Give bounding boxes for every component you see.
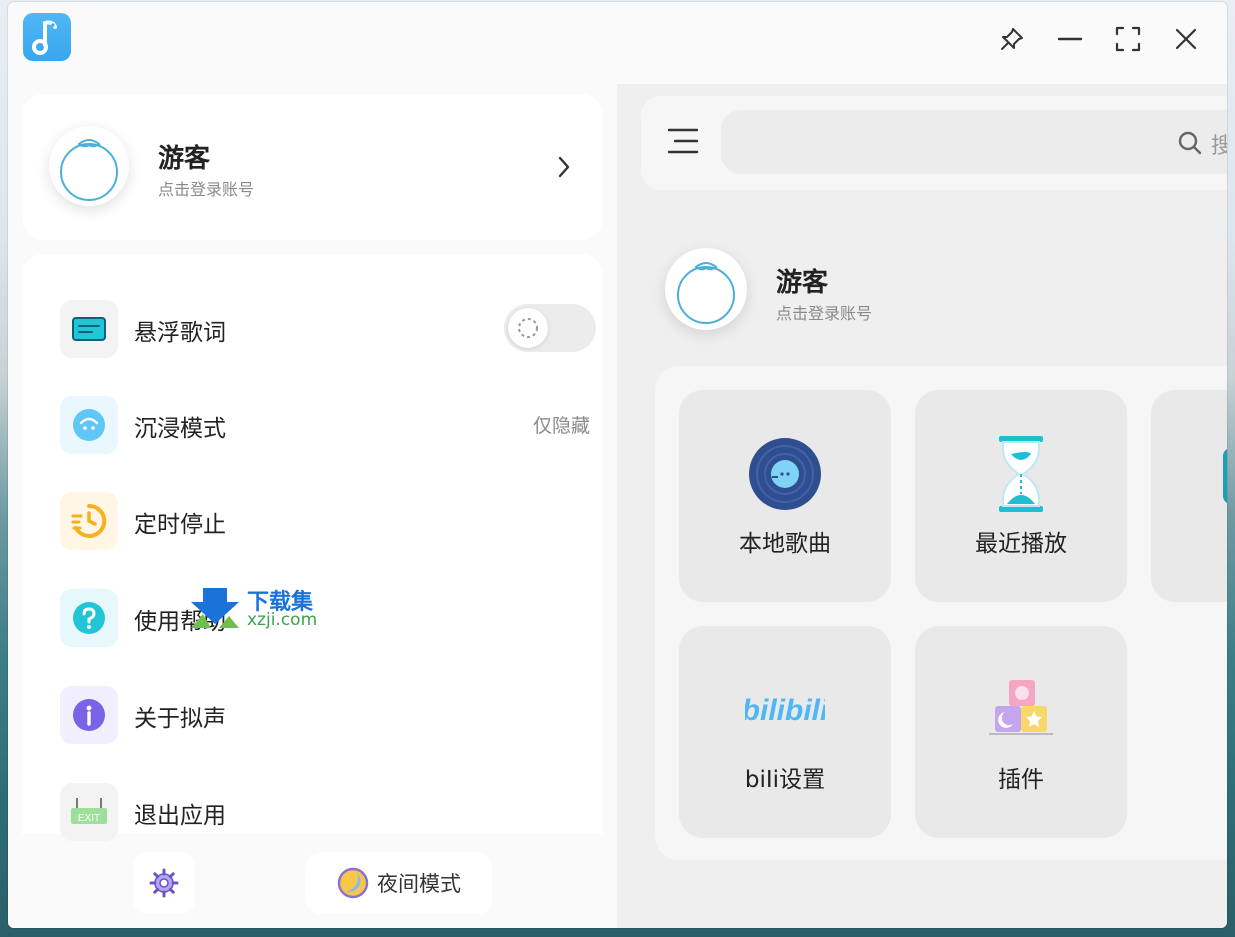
top-bar: 搜 (641, 96, 1227, 190)
menu-item-label: 悬浮歌词 (134, 320, 226, 346)
chevron-right-icon (558, 156, 570, 178)
watermark-text-en: xzji.com (247, 610, 318, 630)
partial-tile-icon (1223, 448, 1227, 504)
lyrics-icon (60, 300, 118, 358)
search-icon (1178, 131, 1202, 155)
tile-label: 最近播放 (975, 531, 1067, 557)
pin-button[interactable] (995, 22, 1029, 56)
night-mode-label: 夜间模式 (377, 872, 461, 896)
main-content: 搜 游客 点击登录账号 本地歌曲 最近播放 bilibili biIi设置 插件 (617, 84, 1227, 928)
tile-partial[interactable] (1151, 390, 1227, 602)
menu-item-label: 退出应用 (134, 803, 226, 829)
avatar-icon (677, 262, 735, 324)
gear-icon (149, 868, 179, 898)
close-button[interactable] (1169, 22, 1203, 56)
menu-card: 悬浮歌词 沉浸模式 仅隐藏 定时停止 使用帮助 关于拟声 EXIT 退出应用 (22, 254, 603, 841)
profile-subtitle: 点击登录账号 (158, 180, 255, 199)
avatar-icon (60, 139, 118, 201)
floating-lyrics-toggle[interactable] (504, 304, 596, 352)
menu-item-sleep-timer[interactable]: 定时停止 (60, 490, 596, 552)
blocks-icon (989, 680, 1053, 735)
pin-icon (1001, 28, 1023, 50)
menu-item-immersive-mode[interactable]: 沉浸模式 仅隐藏 (60, 394, 596, 456)
menu-item-label: 沉浸模式 (134, 416, 226, 442)
vinyl-icon (749, 438, 821, 510)
tile-plugins[interactable]: 插件 (915, 626, 1127, 838)
search-input[interactable]: 搜 (721, 110, 1227, 174)
menu-item-label: 定时停止 (134, 512, 226, 538)
help-icon (60, 589, 118, 647)
menu-toggle-button[interactable] (665, 126, 705, 160)
menu-item-label: 关于拟声 (134, 706, 226, 732)
profile-card[interactable]: 游客 点击登录账号 (22, 94, 603, 240)
app-logo-icon (23, 13, 71, 61)
tile-label: 本地歌曲 (739, 531, 831, 557)
tile-bili-settings[interactable]: bilibili biIi设置 (679, 626, 891, 838)
immersive-icon (60, 396, 118, 454)
exit-icon: EXIT (60, 783, 118, 841)
minimize-button[interactable] (1053, 22, 1087, 56)
app-window: 游客 点击登录账号 悬浮歌词 沉浸模式 仅隐藏 定时停止 使用帮助 关于拟声 E… (8, 2, 1227, 928)
toggle-knob (508, 308, 548, 348)
side-drawer: 游客 点击登录账号 悬浮歌词 沉浸模式 仅隐藏 定时停止 使用帮助 关于拟声 E… (8, 84, 617, 928)
profile-name: 游客 (158, 144, 211, 174)
minimize-icon (1057, 37, 1083, 41)
download-arrow-icon (191, 588, 239, 628)
info-icon (60, 686, 118, 744)
watermark: 下载集 xzji.com (183, 584, 333, 634)
bilibili-icon: bilibili (745, 694, 825, 727)
tile-recent-plays[interactable]: 最近播放 (915, 390, 1127, 602)
menu-item-about[interactable]: 关于拟声 (60, 684, 596, 746)
menu-item-floating-lyrics[interactable]: 悬浮歌词 (60, 298, 596, 360)
svg-text:EXIT: EXIT (78, 813, 100, 824)
night-mode-button[interactable]: 夜间模式 (306, 852, 492, 914)
profile-subtitle: 点击登录账号 (776, 304, 873, 323)
avatar[interactable] (49, 126, 129, 206)
menu-item-exit[interactable]: EXIT 退出应用 (60, 781, 596, 843)
fullscreen-icon (1115, 26, 1141, 52)
tile-label: biIi设置 (744, 767, 826, 793)
timer-icon (60, 492, 118, 550)
tile-label: 插件 (998, 767, 1044, 793)
night-mode-icon (337, 867, 369, 899)
settings-button[interactable] (133, 852, 195, 914)
tile-local-songs[interactable]: 本地歌曲 (679, 390, 891, 602)
avatar[interactable] (665, 248, 747, 330)
loading-icon (518, 318, 538, 338)
profile-name: 游客 (776, 268, 829, 298)
hourglass-icon (999, 436, 1043, 512)
search-placeholder: 搜 (1211, 134, 1227, 159)
immersive-mode-value: 仅隐藏 (532, 415, 590, 437)
close-icon (1175, 28, 1197, 50)
svg-text:bilibili: bilibili (745, 694, 825, 727)
hamburger-menu-icon (667, 128, 699, 154)
maximize-button[interactable] (1111, 22, 1145, 56)
features-panel: 本地歌曲 最近播放 bilibili biIi设置 插件 (655, 366, 1227, 860)
title-bar (8, 2, 1227, 84)
